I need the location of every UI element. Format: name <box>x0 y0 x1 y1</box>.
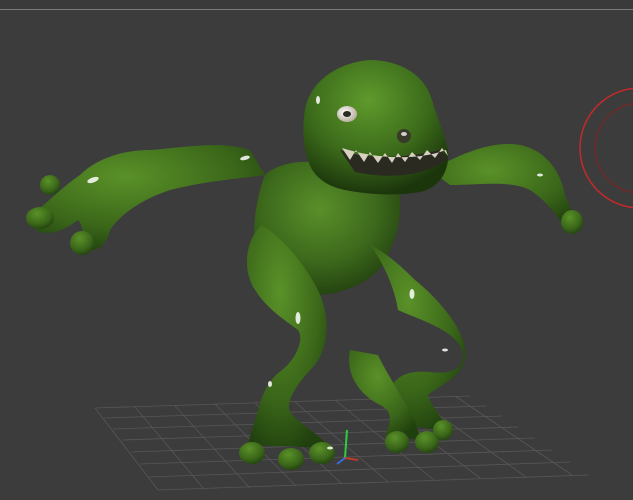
ground-grid <box>94 395 589 491</box>
right-arm <box>430 144 581 233</box>
rotate-gizmo[interactable] <box>579 87 633 209</box>
creature-model[interactable] <box>26 60 583 470</box>
left-arm <box>31 145 265 251</box>
3d-viewport[interactable] <box>0 0 633 500</box>
scene-canvas[interactable] <box>0 0 633 500</box>
